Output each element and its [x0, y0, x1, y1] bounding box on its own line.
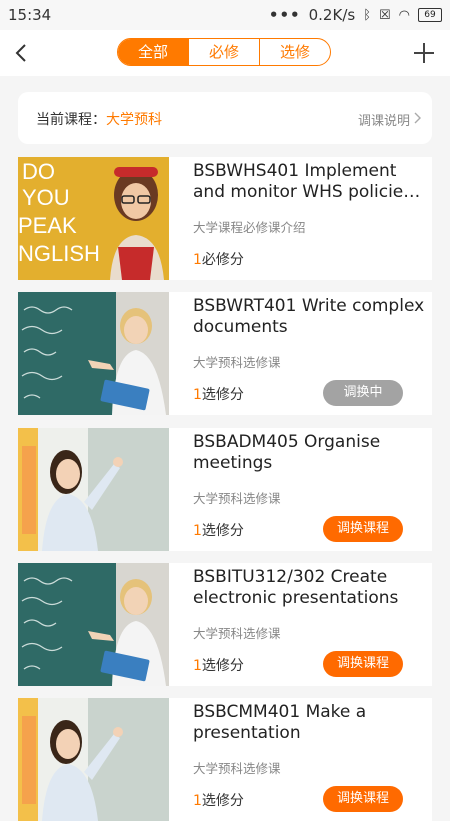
segmented-tabs: 全部 必修 选修 [117, 38, 331, 66]
swap-course-button[interactable]: 调换课程 [323, 516, 403, 542]
credit-label: 必修分 [201, 252, 244, 268]
course-thumbnail [18, 698, 169, 821]
credit-number: 1 [193, 387, 202, 403]
thumb-text-3: PEAK [18, 213, 77, 238]
course-thumbnail [18, 428, 169, 551]
swapping-button[interactable]: 调换中 [323, 380, 403, 406]
course-row[interactable]: BSBWRT401 Write complex documents 大学预科选修… [18, 292, 432, 415]
course-title: BSBITU312/302 Create electronic presenta… [193, 567, 399, 608]
thumb-text-1: DO [22, 159, 55, 184]
credit-label: 选修分 [201, 523, 244, 539]
swap-course-button[interactable]: 调换课程 [323, 651, 403, 677]
tab-all[interactable]: 全部 [118, 39, 189, 65]
chevron-right-icon [414, 112, 421, 124]
course-row[interactable]: BSBITU312/302 Create electronic presenta… [18, 563, 432, 686]
course-subtitle: 大学预科选修课 [193, 491, 281, 506]
course-thumbnail: DO YOU PEAK NGLISH [18, 157, 169, 280]
credit-number: 1 [193, 252, 202, 268]
current-course: 当前课程：大学预科 [36, 109, 162, 129]
course-subtitle: 大学预科选修课 [193, 761, 281, 776]
plus-icon[interactable] [410, 39, 438, 67]
course-credit: 1选修分 [193, 520, 244, 540]
course-row[interactable]: BSBCMM401 Make a presentation 大学预科选修课 1选… [18, 698, 432, 821]
credit-label: 选修分 [201, 658, 244, 674]
course-subtitle: 大学预科选修课 [193, 355, 281, 370]
status-time: 15:34 [8, 6, 52, 24]
bluetooth-icon: ᛒ [363, 7, 371, 23]
thumb-text-2: YOU [22, 185, 70, 210]
course-subtitle: 大学预科选修课 [193, 626, 281, 641]
tab-required[interactable]: 必修 [189, 39, 260, 65]
course-thumbnail [18, 292, 169, 415]
current-course-bar[interactable]: 当前课程：大学预科 调课说明 [18, 92, 432, 144]
current-course-label: 当前课程： [36, 112, 106, 128]
course-credit: 1选修分 [193, 384, 244, 404]
battery-level: 69 [424, 10, 436, 20]
swap-course-button[interactable]: 调换课程 [323, 786, 403, 812]
course-row[interactable]: BSBADM405 Organise meetings 大学预科选修课 1选修分… [18, 428, 432, 551]
course-thumbnail [18, 563, 169, 686]
course-title: BSBCMM401 Make a presentation [193, 702, 367, 743]
wifi-icon: ◠ [398, 7, 410, 23]
back-arrow-icon[interactable] [8, 39, 36, 67]
credit-number: 1 [193, 793, 202, 809]
course-subtitle: 大学课程必修课介绍 [193, 220, 306, 235]
course-credit: 1选修分 [193, 655, 244, 675]
header: 全部 必修 选修 [0, 30, 450, 76]
tab-elective[interactable]: 选修 [260, 39, 330, 65]
credit-label: 选修分 [201, 793, 244, 809]
course-row[interactable]: DO YOU PEAK NGLISH BSBWHS401 Implement a… [18, 157, 432, 280]
sim-off-icon: ☒ [379, 7, 391, 23]
thumb-text-4: NGLISH [18, 241, 100, 266]
course-credit: 1必修分 [193, 249, 244, 269]
credit-label: 选修分 [201, 387, 244, 403]
course-title: BSBADM405 Organise meetings [193, 432, 381, 473]
battery-icon: 69 [418, 8, 442, 22]
course-title: BSBWHS401 Implement and monitor WHS poli… [193, 161, 418, 202]
status-icons: ••• 0.2K/s ᛒ ☒ ◠ 69 [269, 6, 442, 24]
more-dots-icon: ••• [268, 6, 301, 24]
course-title: BSBWRT401 Write complex documents [193, 296, 425, 337]
credit-number: 1 [193, 523, 202, 539]
current-course-value: 大学预科 [106, 112, 162, 128]
status-bar: 15:34 ••• 0.2K/s ᛒ ☒ ◠ 69 [0, 0, 450, 30]
course-credit: 1选修分 [193, 790, 244, 810]
credit-number: 1 [193, 658, 202, 674]
network-speed: 0.2K/s [308, 6, 356, 24]
adjust-course-note[interactable]: 调课说明 [358, 110, 410, 129]
